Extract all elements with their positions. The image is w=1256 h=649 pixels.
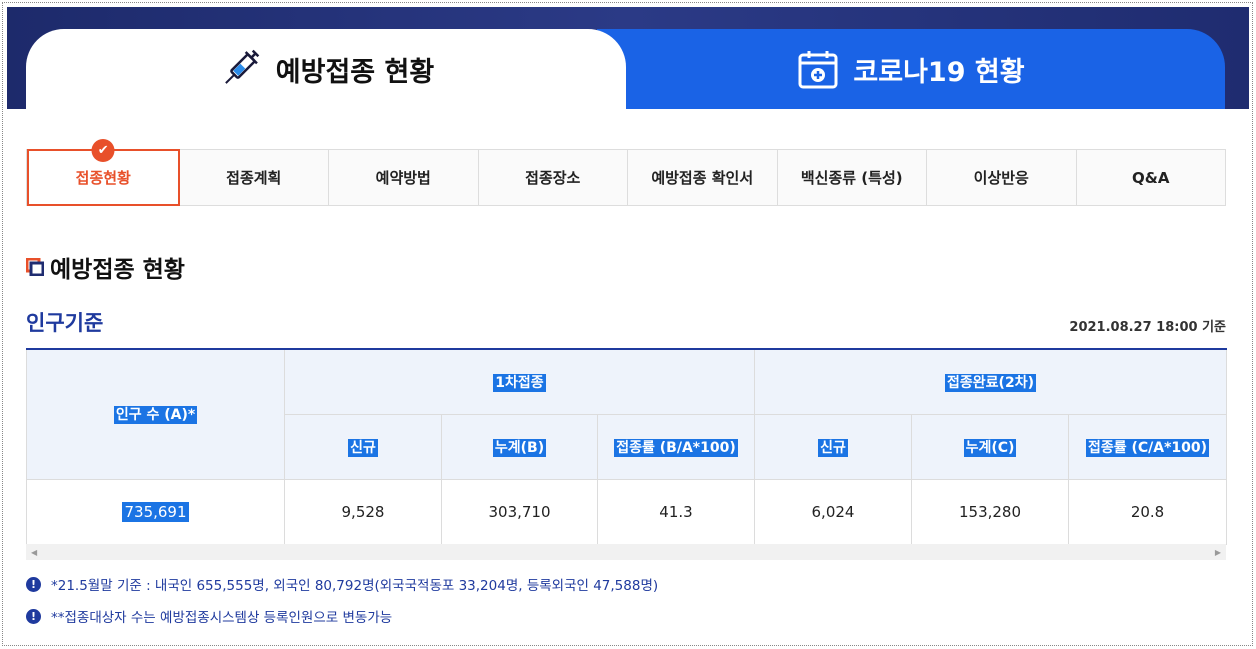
subnav-item-reservation[interactable]: 예약방법	[329, 150, 479, 205]
cell-second-new: 6,024	[754, 478, 912, 545]
cell-second-rate: 20.8	[1067, 478, 1228, 545]
syringe-icon	[224, 49, 260, 84]
timestamp: 2021.08.27 18:00 기준	[1069, 320, 1226, 335]
note-1: ! *21.5월말 기준 : 내국인 655,555명, 외국인 80,792명…	[26, 574, 658, 594]
header-new-1: 신규	[284, 413, 442, 480]
subnav-item-vaccination-status[interactable]: ✔ 접종현황	[27, 139, 180, 206]
note-text: **접종대상자 수는 예방접종시스템상 등록인원으로 변동가능	[51, 610, 393, 626]
cell-first-new: 9,528	[284, 478, 442, 545]
header-rate-c: 접종률 (C/A*100)	[1067, 413, 1228, 480]
note-2: ! **접종대상자 수는 예방접종시스템상 등록인원으로 변동가능	[26, 606, 392, 626]
section-title-text: 예방접종 현황	[50, 257, 185, 283]
header-total-b: 누계(B)	[441, 413, 598, 480]
subnav-label: 예약방법	[375, 169, 431, 187]
tab-corona-status[interactable]: 코로나19 현황	[597, 29, 1225, 109]
check-icon: ✔	[91, 139, 115, 162]
subnav-item-vaccine-types[interactable]: 백신종류 (특성)	[778, 150, 927, 205]
subnav-item-qna[interactable]: Q&A	[1077, 150, 1226, 205]
vaccination-table: 인구 수 (A)* 1차접종 접종완료(2차) 신규 누계(B) 접종률 (B/…	[26, 348, 1228, 545]
header-completed: 접종완료(2차)	[753, 348, 1228, 415]
subnav-item-adverse-reactions[interactable]: 이상반응	[927, 150, 1077, 205]
subnav-label: 접종계획	[226, 169, 282, 187]
top-banner: 코로나19 현황 예방접종 현황	[7, 7, 1249, 109]
subnav-label: 이상반응	[973, 169, 1029, 187]
info-icon: !	[26, 608, 41, 624]
subnav-item-certificate[interactable]: 예방접종 확인서	[628, 150, 778, 205]
tab-vaccination-label: 예방접종 현황	[275, 56, 435, 88]
tab-vaccination-status[interactable]: 예방접종 현황	[26, 29, 626, 109]
scroll-left-icon[interactable]: ◀	[31, 548, 37, 557]
section-mark-icon	[26, 258, 44, 276]
subnav-label: 접종현황	[75, 169, 131, 187]
tab-corona-label: 코로나19 현황	[853, 56, 1025, 88]
scroll-right-icon[interactable]: ▶	[1215, 548, 1221, 557]
cell-first-total: 303,710	[441, 478, 598, 545]
cell-first-rate: 41.3	[597, 478, 755, 545]
note-text: *21.5월말 기준 : 내국인 655,555명, 외국인 80,792명(외…	[51, 578, 659, 594]
population-basis-title: 인구기준	[26, 311, 104, 335]
cell-population: 735,691	[26, 478, 285, 545]
subnav-label: 접종장소	[525, 169, 581, 187]
section-title: 예방접종 현황	[26, 250, 185, 284]
subnav-item-location[interactable]: 접종장소	[479, 150, 628, 205]
table-row: 735,691 9,528 303,710 41.3 6,024 153,280…	[26, 478, 1228, 545]
info-icon: !	[26, 576, 41, 592]
header-new-2: 신규	[754, 413, 912, 480]
header-first-dose: 1차접종	[284, 348, 755, 415]
calendar-plus-icon	[798, 51, 838, 89]
horizontal-scrollbar[interactable]: ◀ ▶	[26, 544, 1226, 560]
sub-navigation: ✔ 접종현황 접종계획 예약방법 접종장소 예방접종 확인서 백신종류 (특성)…	[26, 139, 1226, 206]
header-population: 인구 수 (A)*	[26, 348, 285, 480]
subnav-label: 예방접종 확인서	[651, 169, 754, 187]
cell-second-total: 153,280	[911, 478, 1069, 545]
subnav-item-plan[interactable]: 접종계획	[180, 150, 329, 205]
header-rate-b: 접종률 (B/A*100)	[597, 413, 755, 480]
subnav-label: Q&A	[1132, 168, 1170, 187]
subnav-label: 백신종류 (특성)	[800, 169, 903, 187]
header-total-c: 누계(C)	[911, 413, 1069, 480]
